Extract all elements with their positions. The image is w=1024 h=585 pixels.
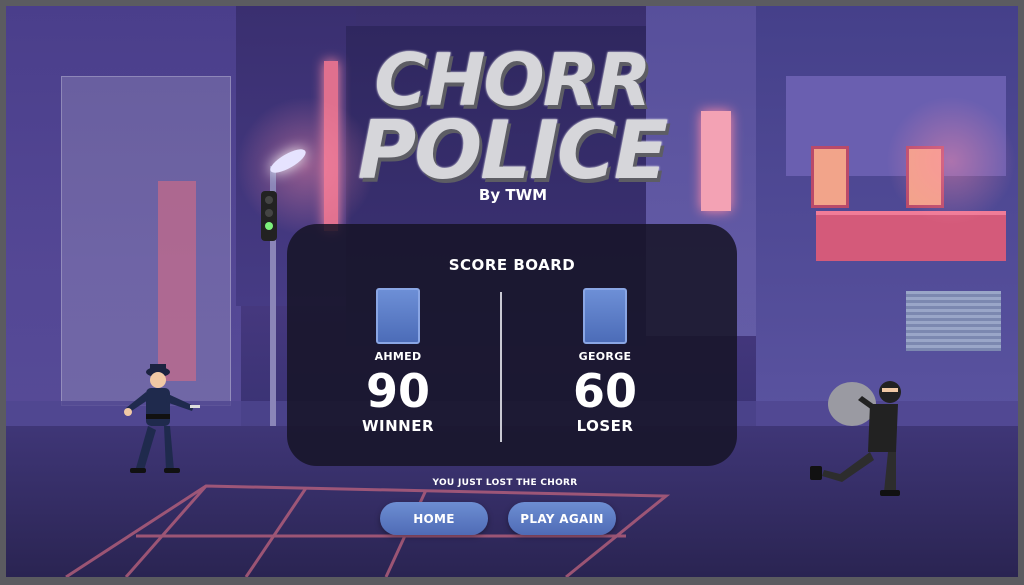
game-screen: CHORR POLICE By TWM SCORE BOARD AHMED 90… <box>6 6 1018 577</box>
police-character <box>124 364 200 473</box>
background-neon-sign <box>158 181 196 381</box>
player-score: 60 <box>572 364 637 418</box>
score-board-panel: SCORE BOARD AHMED 90 WINNER GEORGE 60 LO… <box>287 224 737 466</box>
player-avatar-icon <box>583 288 627 344</box>
player-name: GEORGE <box>578 350 632 363</box>
traffic-light-icon <box>261 191 277 241</box>
background-shutter <box>906 291 1001 351</box>
play-again-button[interactable]: PLAY AGAIN <box>508 502 616 535</box>
player-score: 90 <box>365 364 430 418</box>
player-card-2: GEORGE 60 LOSER <box>530 288 680 435</box>
home-button[interactable]: HOME <box>380 502 488 535</box>
player-result: WINNER <box>361 417 435 435</box>
game-title-line2: POLICE <box>357 104 669 197</box>
score-divider <box>500 292 502 442</box>
player-result: LOSER <box>576 417 634 435</box>
thief-character <box>810 381 901 496</box>
game-byline: By TWM <box>478 186 548 204</box>
score-board-title: SCORE BOARD <box>448 256 576 274</box>
player-card-1: AHMED 90 WINNER <box>323 288 473 435</box>
player-avatar-icon <box>376 288 420 344</box>
player-name: AHMED <box>374 350 422 363</box>
